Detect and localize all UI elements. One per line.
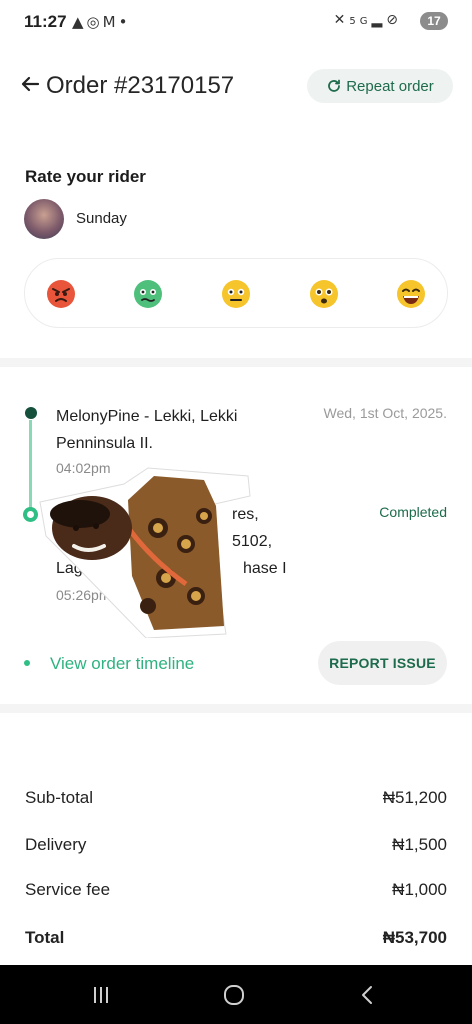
recent-apps-icon[interactable]: [90, 985, 112, 1005]
service-fee-value: ₦1,000: [392, 880, 447, 899]
view-order-timeline-link[interactable]: View order timeline: [50, 654, 194, 674]
worried-face-icon[interactable]: [309, 279, 339, 309]
mute-icon: ✕: [333, 12, 350, 28]
rating-emoji-row: [24, 258, 448, 328]
status-time: 11:27: [24, 12, 67, 31]
header: Order #23170157 Repeat order: [0, 60, 472, 116]
home-icon[interactable]: [223, 985, 245, 1005]
summary-heading-cutoff: [25, 741, 185, 749]
battery-icon: 17: [420, 12, 448, 30]
rider-avatar: [24, 199, 64, 239]
total-value: ₦53,700: [382, 928, 447, 947]
laughing-face-icon[interactable]: [396, 279, 426, 309]
neutral-face-icon[interactable]: [221, 279, 251, 309]
order-status: Completed: [379, 504, 447, 520]
section-divider: [0, 358, 472, 367]
notification-icons: ▲◎M•: [72, 13, 130, 31]
system-icons: ✕5G▂⊘: [334, 12, 402, 28]
dnd-icon: ⊘: [386, 12, 402, 28]
delivery-label: Delivery: [25, 835, 87, 854]
repeat-order-button[interactable]: Repeat order: [307, 69, 453, 103]
whatsapp-icon: ◎: [86, 13, 103, 31]
route-line: [29, 420, 32, 508]
service-fee-label: Service fee: [25, 880, 111, 899]
subtotal-label: Sub-total: [25, 788, 94, 807]
page-title: Order #23170157: [46, 72, 235, 99]
status-bar: 11:27 ▲◎M• ✕5G▂⊘ 17: [0, 0, 472, 44]
refresh-icon: [328, 79, 341, 92]
warning-icon: ▲: [72, 13, 87, 31]
delivery-value: ₦1,500: [392, 835, 447, 854]
total-label: Total: [25, 928, 65, 947]
order-date: Wed, 1st Oct, 2025.: [323, 405, 447, 421]
person-sticker-image: [39, 467, 251, 638]
pickup-dot-icon: [25, 407, 37, 419]
repeat-order-label: Repeat order: [346, 77, 434, 95]
rider-name: Sunday: [76, 210, 127, 227]
rate-rider-title: Rate your rider: [25, 167, 146, 186]
gmail-icon: M: [102, 13, 119, 31]
5g-icon: 5G: [349, 16, 372, 27]
sick-face-icon[interactable]: [133, 279, 163, 309]
back-arrow-icon[interactable]: [18, 72, 42, 96]
back-nav-icon[interactable]: [356, 985, 378, 1005]
dot-icon: •: [118, 13, 131, 31]
subtotal-value: ₦51,200: [382, 788, 447, 807]
report-issue-button[interactable]: REPORT ISSUE: [318, 641, 447, 685]
system-nav-bar: [0, 965, 472, 1024]
timeline-dot-icon: [24, 660, 30, 666]
signal-icon: ▂: [371, 12, 387, 28]
angry-face-icon[interactable]: [46, 279, 76, 309]
pickup-address: MelonyPine - Lekki, Lekki Penninsula II.: [56, 408, 238, 452]
section-divider-2: [0, 704, 472, 713]
